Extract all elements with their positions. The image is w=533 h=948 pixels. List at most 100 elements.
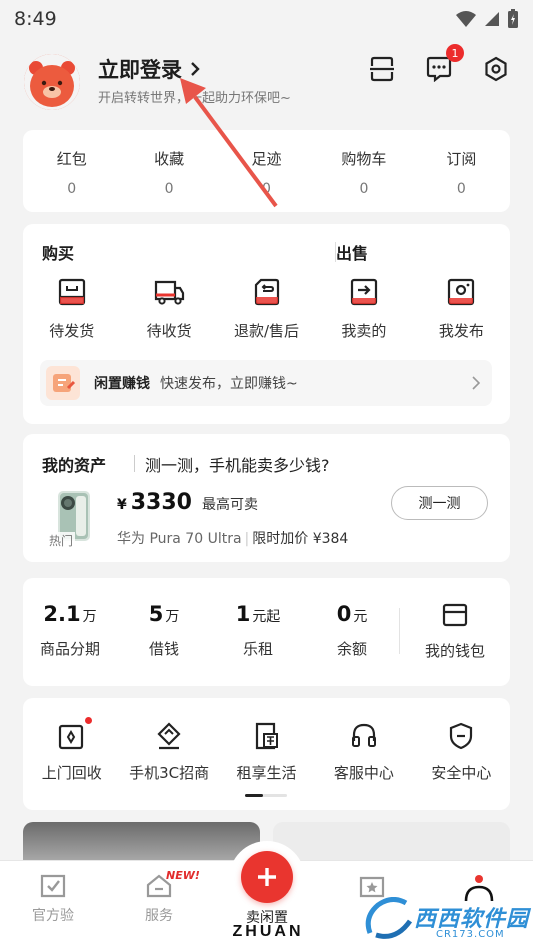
wallet-label: 我的钱包 [424,642,485,660]
finance-number: 2.1 [43,602,81,626]
scroll-indicator [245,794,287,797]
finance-label: 乐租 [242,640,273,658]
brand-logo: ZHUAN [232,923,304,940]
buy-section-title: 购买 [42,244,75,263]
currency-symbol: ¥ [117,497,127,513]
profile-header: 立即登录 开启转转世界，一起助力环保吧~ 1 [0,38,533,122]
stat-cart[interactable]: 购物车 0 [315,130,412,212]
settings-icon [485,56,507,82]
stat-value: 0 [67,181,77,197]
pending-ship-icon [58,278,85,306]
orders-card: 购买 出售 待发货 待收货 退款/售后 我卖的 我发布 闲置赚钱 快速发布，立即… [23,224,510,424]
finance-unit: 元 [353,609,368,625]
wallet-button[interactable]: 我的钱包 [400,578,510,686]
login-subtitle: 开启转转世界，一起助力环保吧~ [98,91,291,106]
price-value: 3330 [130,490,192,515]
chevron-right-icon [472,376,480,390]
watermark-logo-icon [365,897,413,939]
stat-favorites[interactable]: 收藏 0 [120,130,217,212]
diamond-tag-icon [157,722,181,750]
service-customer-center[interactable]: 客服中心 [315,698,412,810]
star-box-icon [359,876,385,898]
price-note: 最高可卖 [201,497,258,513]
finance-balance[interactable]: 0元 余额 [305,578,399,686]
status-bar: 8:49 [0,0,533,38]
stat-value: 0 [262,181,271,197]
stat-label: 收藏 [154,150,185,168]
watermark-url: CR173.COM [436,929,505,940]
services-card: 上门回收 手机3C招商 租享生活 客服中心 安全中心 [23,698,510,810]
order-refund[interactable]: 退款/售后 [218,276,315,341]
camera-icon [448,278,475,306]
finance-rent[interactable]: 1 元起 乐租 [211,578,305,686]
bear-avatar-icon [24,54,80,110]
finance-installment[interactable]: 2.1 万 商品分期 [23,578,117,686]
earn-icon [46,366,80,400]
hot-tag: 热门 [47,532,76,549]
shield-icon [450,722,473,750]
settings-button[interactable] [481,54,511,84]
stat-history[interactable]: 足迹 0 [218,130,315,212]
refund-icon [254,278,279,306]
tab-label: 官方验 [32,908,74,924]
finance-card: 2.1 万 商品分期 5万 借钱 1 元起 乐租 0元 余额 我的钱包 [23,578,510,686]
order-label: 待发货 [49,322,95,340]
service-security-center[interactable]: 安全中心 [413,698,510,810]
wallet-icon [442,603,468,627]
finance-number: 5 [148,602,164,626]
tab-label: 服务 [145,908,173,924]
idle-earn-banner[interactable]: 闲置赚钱 快速发布，立即赚钱~ [40,360,492,406]
resale-price: ¥ 3330 最高可卖 [117,490,258,515]
stat-value: 0 [456,181,466,197]
finance-unit: 万 [82,609,97,625]
recycle-box-icon [58,724,83,750]
stat-value: 0 [359,181,369,197]
sell-idle-button[interactable] [241,851,293,903]
order-label: 待收货 [146,322,192,340]
stat-label: 红包 [56,150,87,168]
stat-label: 足迹 [251,150,282,168]
notification-dot [84,717,92,724]
headset-icon [351,723,376,747]
order-pending-receive[interactable]: 待收货 [120,276,217,341]
finance-label: 借钱 [148,640,179,658]
finance-label: 商品分期 [39,640,100,658]
service-label: 租享生活 [236,764,297,782]
finance-unit: 元起 [252,609,281,625]
service-3c-merchant[interactable]: 手机3C招商 [120,698,217,810]
assets-card: 我的资产 测一测，手机能卖多少钱? 热门 ¥ 3330 最高可卖 华为 Pura… [23,434,510,562]
status-time: 8:49 [14,8,57,30]
stat-red-packet[interactable]: 红包 0 [23,130,120,212]
finance-number: 1 [235,602,251,626]
stat-subscriptions[interactable]: 订阅 0 [413,130,510,212]
finance-label: 余额 [336,640,367,658]
sold-icon [350,278,378,306]
new-tag: NEW! [166,869,200,882]
divider [134,455,135,472]
scan-button[interactable] [367,54,397,84]
price-bump: 限时加价 ¥384 [252,531,349,547]
service-label: 手机3C招商 [129,764,210,782]
tab-service[interactable]: NEW! 服务 [114,869,204,925]
order-sold[interactable]: 我卖的 [315,276,412,341]
bottom-tab-bar: 官方验 NEW! 服务 卖闲置 ZHUAN 西西软件园 CR173.COM [0,841,533,948]
stats-card: 红包 0 收藏 0 足迹 0 购物车 0 订阅 0 [23,130,510,212]
order-label: 我发布 [438,322,484,340]
promo-desc: 快速发布，立即赚钱~ [160,376,298,392]
promo-title: 闲置赚钱 [94,376,150,392]
separator: | [244,531,250,547]
order-pending-ship[interactable]: 待发货 [23,276,120,341]
order-published[interactable]: 我发布 [413,276,510,341]
finance-unit: 万 [165,609,180,625]
tab-favorites[interactable] [327,873,417,899]
stat-label: 订阅 [446,150,477,168]
tab-official-verify[interactable]: 官方验 [8,873,98,925]
login-button[interactable]: 立即登录 [98,54,200,84]
avatar[interactable] [24,54,80,110]
service-recycle[interactable]: 上门回收 [23,698,120,810]
phone-model-line: 华为 Pura 70 Ultra | 限时加价 ¥384 [117,528,348,548]
login-title: 立即登录 [98,58,182,82]
estimate-button[interactable]: 测一测 [391,486,488,520]
finance-number: 0 [336,602,352,626]
finance-loan[interactable]: 5万 借钱 [117,578,211,686]
